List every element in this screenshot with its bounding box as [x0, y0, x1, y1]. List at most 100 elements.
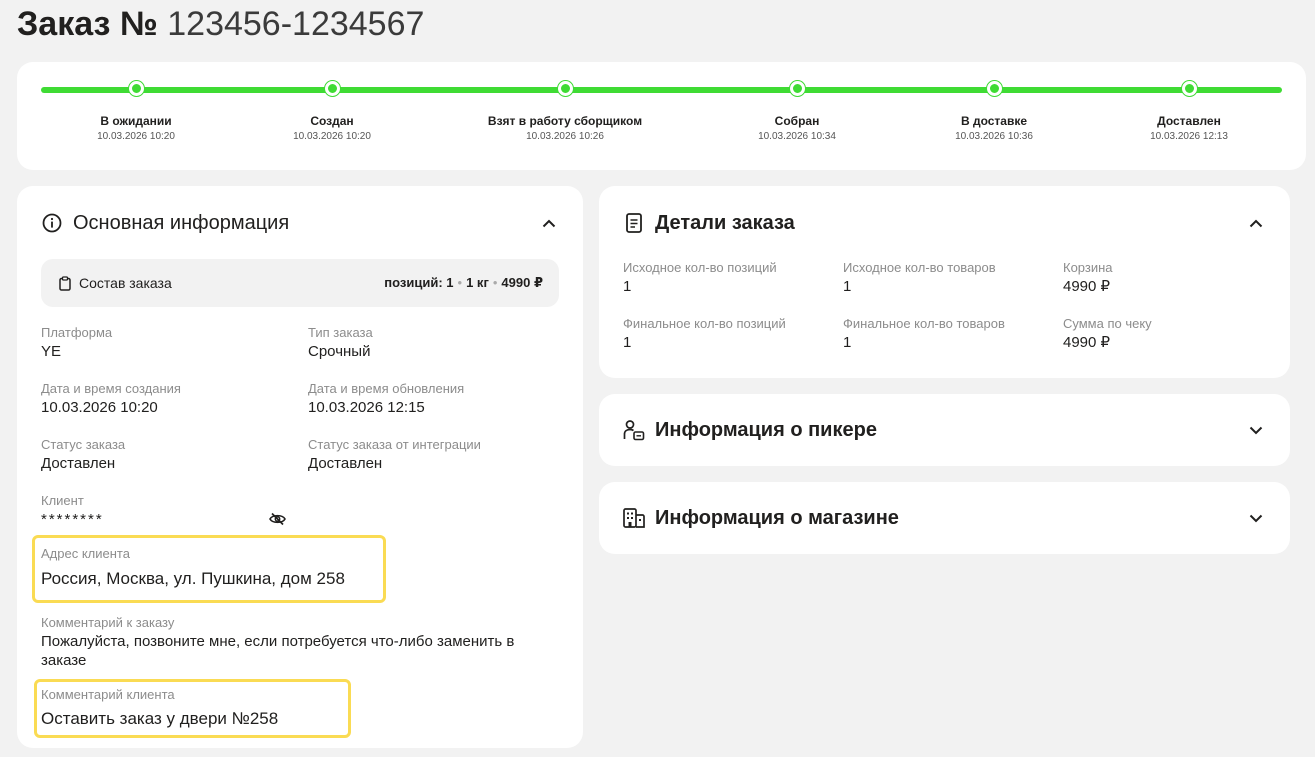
field-value: 4990 ₽ [1063, 278, 1111, 295]
field-label: Адрес клиента [41, 546, 130, 561]
updated-at-field: Дата и время обновления 10.03.2026 12:15 [308, 381, 464, 418]
order-details-title: Детали заказа [655, 211, 795, 234]
step-date: 10.03.2026 10:36 [955, 131, 1033, 142]
order-title-prefix: Заказ № [17, 5, 158, 43]
building-icon [623, 507, 645, 529]
document-icon [623, 212, 645, 234]
final-positions-field: Финальное кол-во позиций 1 [623, 316, 786, 353]
field-label: Дата и время создания [41, 381, 181, 396]
step-date: 10.03.2026 10:34 [758, 131, 836, 142]
main-info-header: Основная информация [41, 210, 559, 236]
order-number: 123456-1234567 [167, 5, 425, 43]
chevron-down-icon[interactable] [1246, 420, 1266, 440]
shop-info-title: Информация о магазине [655, 506, 899, 529]
field-value: Доставлен [41, 455, 116, 472]
shop-info-header[interactable]: Информация о магазине [623, 505, 1266, 531]
field-value: 1 [843, 278, 852, 295]
timeline-step: Создан 10.03.2026 10:20 [242, 81, 422, 143]
field-value: 4990 ₽ [1063, 334, 1111, 351]
field-label: Платформа [41, 325, 113, 340]
final-items-field: Финальное кол-во товаров 1 [843, 316, 1005, 353]
shop-info-card[interactable]: Информация о магазине [599, 482, 1290, 554]
chevron-up-icon[interactable] [1246, 213, 1266, 233]
initial-items-field: Исходное кол-во товаров 1 [843, 260, 996, 297]
separator: • [492, 275, 498, 290]
field-value: 1 [623, 278, 632, 295]
composition-price: 4990 ₽ [501, 275, 543, 290]
order-status-timeline: В ожидании 10.03.2026 10:20 Создан 10.03… [17, 62, 1306, 170]
order-composition-button[interactable]: Состав заказа позиций: 1 • 1 кг • 4990 ₽ [41, 259, 559, 307]
field-label: Исходное кол-во товаров [843, 260, 996, 275]
step-label: В ожидании [100, 114, 172, 128]
field-label: Корзина [1063, 260, 1113, 275]
field-value: Срочный [308, 343, 371, 360]
field-label: Финальное кол-во позиций [623, 316, 786, 331]
field-value: 1 [843, 334, 852, 351]
picker-info-header[interactable]: Информация о пикере [623, 417, 1266, 443]
field-value: Доставлен [308, 455, 383, 472]
composition-label: Состав заказа [79, 275, 172, 291]
client-masked-value: ******** [41, 511, 104, 528]
picker-info-title: Информация о пикере [655, 418, 877, 441]
field-label: Сумма по чеку [1063, 316, 1152, 331]
timeline-dot [1181, 81, 1197, 96]
timeline-track [41, 87, 1282, 93]
field-value: 10.03.2026 12:15 [308, 399, 425, 416]
info-icon [41, 212, 63, 234]
step-date: 10.03.2026 10:20 [293, 131, 371, 142]
field-label: Дата и время обновления [308, 381, 465, 396]
order-status-field: Статус заказа Доставлен [41, 437, 125, 474]
created-at-field: Дата и время создания 10.03.2026 10:20 [41, 381, 181, 418]
timeline-step: Доставлен 10.03.2026 12:13 [1099, 81, 1279, 143]
step-label: Доставлен [1157, 114, 1221, 128]
step-label: Создан [310, 114, 354, 128]
field-label: Статус заказа [41, 437, 126, 452]
main-info-title: Основная информация [73, 211, 290, 234]
field-value: YE [41, 343, 62, 360]
client-field: Клиент ******** [41, 493, 104, 530]
timeline-dot [128, 81, 144, 96]
client-address-field: Адрес клиента Россия, Москва, ул. Пушкин… [41, 546, 345, 590]
timeline-step: Собран 10.03.2026 10:34 [707, 81, 887, 143]
chevron-up-icon[interactable] [539, 213, 559, 233]
field-value: 10.03.2026 10:20 [41, 399, 158, 416]
separator: • [457, 275, 463, 290]
cart-field: Корзина 4990 ₽ [1063, 260, 1113, 297]
step-label: В доставке [960, 114, 1028, 128]
initial-positions-field: Исходное кол-во позиций 1 [623, 260, 777, 297]
order-type-field: Тип заказа Срочный [308, 325, 373, 362]
timeline-step: В доставке 10.03.2026 10:36 [904, 81, 1084, 143]
step-date: 10.03.2026 10:26 [526, 131, 604, 142]
field-value: Россия, Москва, ул. Пушкина, дом 258 [41, 569, 345, 588]
composition-positions: позиций: 1 [384, 275, 454, 290]
field-label: Комментарий к заказу [41, 615, 175, 630]
field-label: Финальное кол-во товаров [843, 316, 1005, 331]
integration-status-field: Статус заказа от интеграции Доставлен [308, 437, 481, 474]
main-info-card: Основная информация Состав заказа позици… [17, 186, 583, 748]
picker-info-card[interactable]: Информация о пикере [599, 394, 1290, 466]
eye-off-icon[interactable] [268, 511, 286, 527]
page-title: Заказ № 123456-1234567 [17, 4, 424, 44]
composition-weight: 1 кг [466, 275, 489, 290]
timeline-dot [557, 81, 573, 96]
field-value: 1 [623, 334, 632, 351]
chevron-down-icon[interactable] [1246, 508, 1266, 528]
timeline-step: В ожидании 10.03.2026 10:20 [46, 81, 226, 143]
composition-summary: позиций: 1 • 1 кг • 4990 ₽ [384, 275, 543, 291]
field-label: Клиент [41, 493, 84, 508]
person-badge-icon [623, 419, 645, 441]
receipt-total-field: Сумма по чеку 4990 ₽ [1063, 316, 1152, 353]
timeline-step: Взят в работу сборщиком 10.03.2026 10:26 [475, 81, 655, 143]
field-label: Исходное кол-во позиций [623, 260, 777, 275]
order-details-card: Детали заказа Исходное кол-во позиций 1 … [599, 186, 1290, 378]
field-value: Пожалуйста, позвоните мне, если потребуе… [41, 633, 515, 669]
field-value: Оставить заказ у двери №258 [41, 709, 279, 728]
client-comment-field: Комментарий клиента Оставить заказ у две… [41, 687, 278, 730]
field-label: Статус заказа от интеграции [308, 437, 481, 452]
platform-field: Платформа YE [41, 325, 112, 362]
step-label: Собран [774, 114, 820, 128]
timeline-dot [986, 81, 1002, 96]
timeline-dot [789, 81, 805, 96]
timeline-dot [324, 81, 340, 96]
step-date: 10.03.2026 10:20 [97, 131, 175, 142]
